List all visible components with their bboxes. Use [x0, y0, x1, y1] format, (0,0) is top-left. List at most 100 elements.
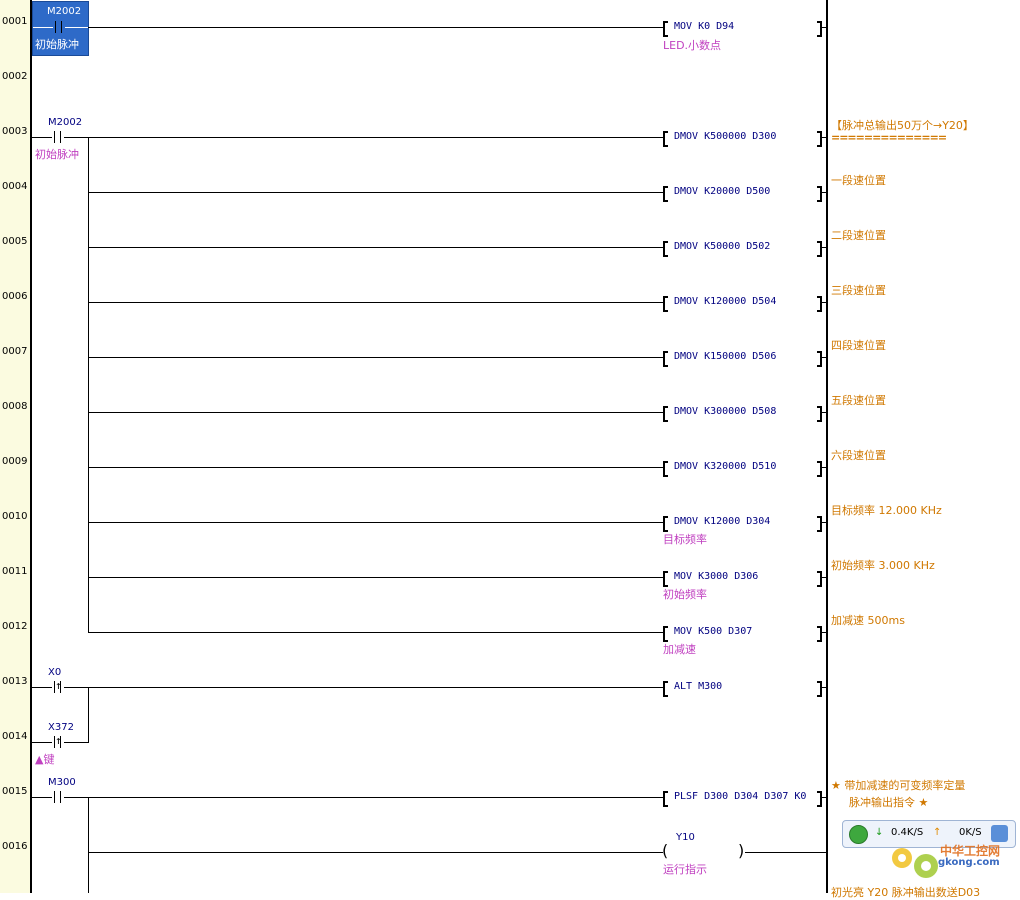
rung-wire	[64, 797, 663, 798]
coil-label: Y10	[676, 832, 695, 843]
instruction-comment: 初始频率	[663, 588, 707, 601]
instr-right-bracket	[817, 351, 822, 367]
rung-wire	[88, 577, 663, 578]
instruction[interactable]: DMOV K120000 D504	[674, 296, 776, 307]
rung-wire	[88, 522, 663, 523]
rung-wire	[32, 687, 52, 688]
instr-left-bracket	[663, 241, 668, 257]
coil-left-paren[interactable]: (	[662, 841, 668, 860]
instr-left-bracket	[663, 406, 668, 422]
instruction[interactable]: DMOV K320000 D510	[674, 461, 776, 472]
instruction[interactable]: DMOV K50000 D502	[674, 241, 770, 252]
contact-label: M2002	[48, 117, 83, 128]
rung-wire	[88, 247, 663, 248]
instr-left-bracket	[663, 571, 668, 587]
instruction-comment: LED.小数点	[663, 39, 722, 52]
rising-edge-arrow-icon: ↑	[55, 734, 62, 747]
rung-wire	[822, 357, 826, 358]
instr-left-bracket	[663, 21, 668, 37]
rung-wire	[822, 467, 826, 468]
step-number: 0010	[2, 511, 28, 522]
rung-wire	[822, 577, 826, 578]
instr-right-bracket	[817, 186, 822, 202]
upload-rate: 0K/S	[959, 827, 982, 838]
contact-wire	[33, 27, 53, 28]
branch-vertical-wire	[88, 137, 89, 633]
rising-edge-arrow-icon: ↑	[55, 679, 62, 692]
instruction[interactable]: DMOV K500000 D300	[674, 131, 776, 142]
rung-comment: 二段速位置	[831, 229, 886, 242]
rung-wire	[88, 302, 663, 303]
step-number: 0012	[2, 621, 28, 632]
instr-left-bracket	[663, 296, 668, 312]
selected-contact-cursor[interactable]: M2002 初始脉冲	[32, 1, 89, 56]
contact-label: X372	[48, 722, 74, 733]
rung-wire	[745, 852, 826, 853]
rung-wire	[32, 137, 52, 138]
up-arrow-icon: ↑	[933, 827, 942, 838]
instruction[interactable]: DMOV K12000 D304	[674, 516, 770, 527]
instr-right-bracket	[817, 461, 822, 477]
rung-comment: 一段速位置	[831, 174, 886, 187]
rung-wire	[88, 467, 663, 468]
accelerator-icon[interactable]	[849, 825, 868, 844]
instruction[interactable]: MOV K3000 D306	[674, 571, 758, 582]
coil-comment: 运行指示	[663, 863, 707, 876]
instr-right-bracket	[817, 406, 822, 422]
rung-wire	[822, 137, 826, 138]
instr-left-bracket	[663, 461, 668, 477]
instruction[interactable]: ALT M300	[674, 681, 722, 692]
instr-right-bracket	[817, 681, 822, 697]
rung-comment: 脉冲输出指令 ★	[849, 796, 929, 809]
coil-right-paren[interactable]: )	[738, 841, 744, 860]
branch-vertical-wire	[88, 797, 89, 893]
contact-wire	[65, 27, 88, 28]
down-arrow-icon: ↓	[875, 827, 884, 838]
rung-wire	[32, 797, 52, 798]
instruction[interactable]: MOV K0 D94	[674, 21, 734, 32]
no-contact-symbol	[53, 21, 65, 33]
instr-left-bracket	[663, 351, 668, 367]
instruction-comment: 加减速	[663, 643, 696, 656]
instr-right-bracket	[817, 296, 822, 312]
contact-comment: 初始脉冲	[35, 148, 79, 161]
instruction[interactable]: MOV K500 D307	[674, 626, 752, 637]
rung-wire	[88, 412, 663, 413]
gkong-watermark-logo: 中华工控网 gkong.com	[888, 838, 1014, 888]
step-number: 0006	[2, 291, 28, 302]
download-rate: 0.4K/S	[891, 827, 924, 838]
instruction[interactable]: DMOV K150000 D506	[674, 351, 776, 362]
no-contact-symbol[interactable]	[52, 791, 64, 803]
rung-wire	[88, 632, 663, 633]
rung-wire	[822, 632, 826, 633]
rung-wire	[822, 797, 826, 798]
instruction[interactable]: DMOV K300000 D508	[674, 406, 776, 417]
rung-wire	[88, 357, 663, 358]
instr-right-bracket	[817, 516, 822, 532]
contact-label: M300	[48, 777, 76, 788]
rung-wire	[64, 687, 663, 688]
no-contact-symbol[interactable]	[52, 131, 64, 143]
step-number: 0016	[2, 841, 28, 852]
left-power-rail	[30, 0, 32, 893]
instr-left-bracket	[663, 131, 668, 147]
rung-wire	[822, 412, 826, 413]
rung-wire	[64, 137, 663, 138]
rung-wire	[822, 192, 826, 193]
rising-edge-contact-symbol[interactable]: ↑	[52, 679, 64, 693]
instr-right-bracket	[817, 131, 822, 147]
instruction[interactable]: DMOV K20000 D500	[674, 186, 770, 197]
rising-edge-contact-symbol[interactable]: ↑	[52, 734, 64, 748]
contact-comment: ▲键	[35, 753, 55, 766]
step-number: 0007	[2, 346, 28, 357]
instr-left-bracket	[663, 626, 668, 642]
rung-wire	[822, 27, 826, 28]
rung-comment: 加减速 500ms	[831, 614, 905, 627]
rung-comment: ★ 带加减速的可变频率定量	[831, 779, 966, 792]
instr-left-bracket	[663, 791, 668, 807]
instruction[interactable]: PLSF D300 D304 D307 K0	[674, 791, 806, 802]
step-number: 0003	[2, 126, 28, 137]
rung-wire	[64, 742, 89, 743]
step-number: 0011	[2, 566, 28, 577]
right-power-rail	[826, 0, 828, 893]
